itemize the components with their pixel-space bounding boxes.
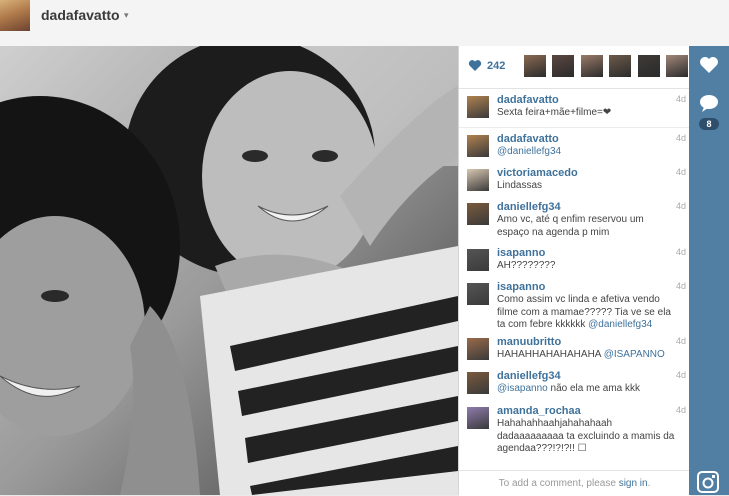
comment-time: 4d <box>675 201 686 211</box>
comment-mention[interactable]: @daniellefg34 <box>588 319 652 330</box>
liker-avatar[interactable] <box>609 55 631 77</box>
comment-mention[interactable]: @ISAPANNO <box>604 349 665 360</box>
comment-avatar[interactable] <box>467 372 489 394</box>
comment-avatar[interactable] <box>467 249 489 271</box>
comment-username[interactable]: amanda_rochaa <box>497 405 581 417</box>
add-comment-suffix: . <box>647 478 651 489</box>
comment-text: @isapanno não ela me ama kkk <box>497 383 641 394</box>
profile-avatar[interactable] <box>0 0 30 31</box>
comment-mention[interactable]: @isapanno <box>497 383 548 394</box>
comment-time: 4d <box>675 167 686 177</box>
comment-text: Lindassas <box>497 180 543 191</box>
comment-time: 4d <box>675 370 686 380</box>
photo-image <box>0 46 458 495</box>
comment-username[interactable]: dadafavatto <box>497 94 559 106</box>
comment-text: Como assim vc linda e afetiva vendo film… <box>497 294 671 330</box>
liker-avatar[interactable] <box>638 55 660 77</box>
comments-panel: 242 dadafavatto 4d Sexta feira+mãe+filme… <box>458 46 690 496</box>
comment-mention[interactable]: @daniellefg34 <box>497 146 677 159</box>
post-photo[interactable] <box>0 46 458 495</box>
comment-username[interactable]: isapanno <box>497 247 545 259</box>
comment-text: Sexta feira+mãe+filme=❤ <box>497 107 612 118</box>
comment-username[interactable]: daniellefg34 <box>497 201 561 213</box>
chevron-down-icon[interactable]: ▾ <box>124 10 129 21</box>
sign-in-link[interactable]: sign in <box>619 478 648 489</box>
like-count[interactable]: 242 <box>487 60 505 72</box>
profile-header: dadafavatto ▾ <box>0 0 729 47</box>
comment-avatar[interactable] <box>467 203 489 225</box>
comment-avatar[interactable] <box>467 283 489 305</box>
liker-avatar[interactable] <box>524 55 546 77</box>
comment-username[interactable]: isapanno <box>497 281 545 293</box>
comment-username[interactable]: dadafavatto <box>497 133 559 145</box>
divider <box>459 127 690 128</box>
comment-time: 4d <box>675 247 686 257</box>
liker-avatar[interactable] <box>666 55 688 77</box>
comment-username[interactable]: victoriamacedo <box>497 167 578 179</box>
instagram-icon[interactable] <box>697 471 719 493</box>
comment-text: HAHAHHAHAHAHAHA @ISAPANNO <box>497 349 665 360</box>
liker-avatar[interactable] <box>552 55 574 77</box>
comment-avatar[interactable] <box>467 96 489 118</box>
comment-icon[interactable] <box>698 92 720 114</box>
comment-time: 4d <box>675 405 686 415</box>
comment-count-badge: 8 <box>699 118 719 130</box>
comment-avatar[interactable] <box>467 135 489 157</box>
comment-time: 4d <box>675 281 686 291</box>
comment-avatar[interactable] <box>467 338 489 360</box>
heart-icon[interactable] <box>468 59 482 72</box>
comment-time: 4d <box>675 133 686 143</box>
liker-avatar[interactable] <box>581 55 603 77</box>
comment-avatar[interactable] <box>467 169 489 191</box>
add-comment-prompt: To add a comment, please sign in. <box>459 470 690 496</box>
comment-text: Hahahahhaahjahahahaah dadaaaaaaaaa ta ex… <box>497 418 675 454</box>
comment-time: 4d <box>675 94 686 104</box>
comment-username[interactable]: daniellefg34 <box>497 370 561 382</box>
add-comment-text: To add a comment, please <box>498 478 619 489</box>
likes-bar: 242 <box>459 46 690 89</box>
heart-icon[interactable] <box>698 54 720 76</box>
action-bar: 8 <box>689 46 729 495</box>
profile-username[interactable]: dadafavatto <box>41 7 120 23</box>
comment-username[interactable]: manuubritto <box>497 336 561 348</box>
comment-text: AH???????? <box>497 260 556 271</box>
comment-time: 4d <box>675 336 686 346</box>
comment-avatar[interactable] <box>467 407 489 429</box>
comment-text: Amo vc, até q enfim reservou um espaço n… <box>497 214 644 238</box>
